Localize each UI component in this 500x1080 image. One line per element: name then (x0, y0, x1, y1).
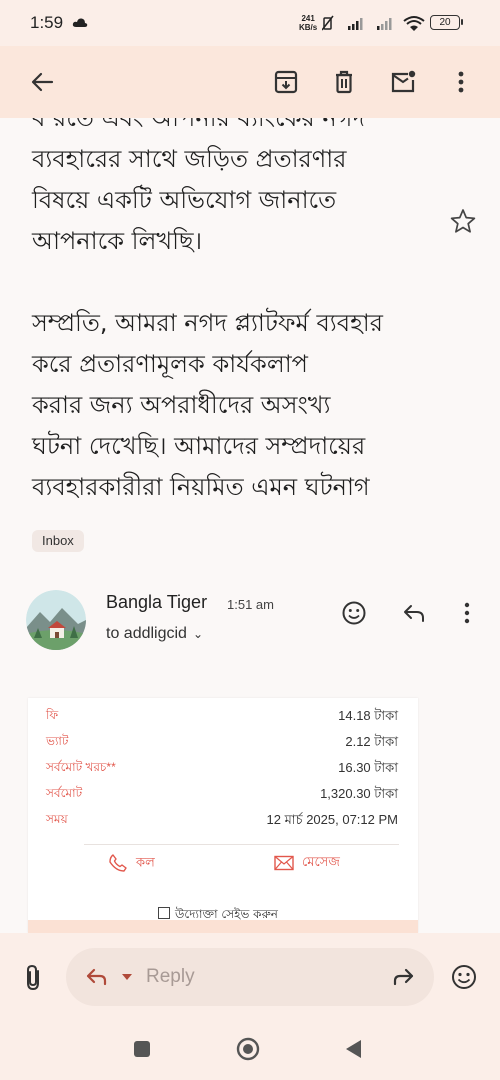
mark-unread-icon[interactable] (389, 68, 417, 96)
nav-recents-icon[interactable] (134, 1041, 150, 1057)
battery-tip (461, 19, 463, 25)
save-recipient-label: উদ্যোক্তা সেইভ করুন (175, 907, 278, 921)
message-more-icon[interactable] (454, 600, 480, 626)
receipt-divider (84, 844, 399, 845)
receipt-value: 14.18 টাকা (338, 708, 398, 723)
transaction-receipt: ফি 14.18 টাকা ভ্যাট 2.12 টাকা সর্বমোট খর… (28, 698, 418, 933)
receipt-value: 1,320.30 টাকা (320, 786, 398, 801)
receipt-label: সর্বমোট (46, 786, 83, 800)
battery-indicator: 20 (430, 15, 460, 30)
nav-back-icon[interactable] (344, 1039, 362, 1059)
wifi-icon (403, 16, 425, 31)
chevron-down-icon: ⌄ (192, 627, 204, 641)
phone-icon (109, 854, 127, 872)
sender-name[interactable]: Bangla Tiger (106, 592, 207, 613)
inbox-label-chip[interactable]: Inbox (32, 530, 84, 552)
archive-icon[interactable] (272, 68, 300, 96)
nav-home-icon[interactable] (236, 1037, 260, 1061)
recipient-details-toggle[interactable]: to addligcid ⌄ (106, 625, 203, 643)
receipt-label: সর্বমোট খরচ** (46, 760, 116, 774)
network-speed: 241 KB/s (299, 14, 317, 32)
signal-1-icon (348, 18, 363, 30)
message-body: ব রতে এবং আপনার ব্যাংকের নগদ ব্যবহারের স… (32, 118, 437, 549)
mail-icon (274, 855, 294, 870)
body-line: করে প্রতারণামূলক কার্যকলাপ (32, 350, 308, 378)
body-line: ব্যবহারের সাথে জড়িত প্রতারণার (32, 145, 347, 173)
top-toolbar (0, 46, 500, 118)
status-bar: 1:59 241 KB/s 20 (0, 0, 500, 46)
receipt-value: 2.12 টাকা (345, 734, 398, 749)
cloud-icon (72, 18, 88, 27)
call-button[interactable]: কল (108, 853, 155, 877)
message-label: মেসেজ (302, 855, 340, 870)
email-content: ব রতে এবং আপনার ব্যাংকের নগদ ব্যবহারের স… (0, 118, 500, 933)
receipt-label: ভ্যাট (46, 734, 69, 748)
network-speed-value: 241 (301, 14, 315, 23)
reply-options-caret-icon[interactable] (122, 974, 132, 980)
body-line: আপনাকে লিখছি। (32, 227, 203, 255)
receipt-label: ফি (46, 708, 59, 722)
signal-wifi-icons (322, 15, 425, 31)
star-icon[interactable] (450, 208, 476, 234)
emoji-icon[interactable] (450, 963, 478, 991)
sender-avatar[interactable] (26, 590, 86, 650)
back-arrow-icon[interactable] (28, 68, 56, 96)
signal-2-icon (377, 18, 392, 30)
more-vert-icon[interactable] (447, 68, 475, 96)
body-line: ব্যবহারকারীরা নিয়মিত এমন ঘটনাগ (32, 473, 370, 501)
bottom-area: Reply (0, 933, 500, 1080)
body-line: সম্প্রতি, আমরা নগদ প্ল্যাটফর্ম ব্যবহার (32, 309, 383, 337)
message-button[interactable]: মেসেজ (274, 853, 340, 877)
checkbox-box (158, 907, 170, 919)
reply-bar[interactable]: Reply (66, 948, 434, 1006)
receipt-label: সময় (46, 812, 68, 826)
receipt-value: 12 মার্চ 2025, 07:12 PM (266, 812, 398, 827)
receipt-value: 16.30 টাকা (338, 760, 398, 775)
vibrate-off-icon (322, 15, 334, 31)
reply-arrow-icon[interactable] (84, 966, 110, 988)
body-line: বিষয়ে একটি অভিযোগ জানাতে (32, 186, 337, 214)
reply-icon[interactable] (401, 600, 427, 626)
add-reaction-icon[interactable] (341, 600, 367, 626)
status-time: 1:59 (30, 13, 64, 32)
delete-icon[interactable] (330, 68, 358, 96)
attachment-icon[interactable] (20, 963, 48, 993)
body-line-partial: ব রতে এবং আপনার ব্যাংকের নগদ (32, 118, 365, 132)
call-label: কল (136, 855, 155, 871)
receipt-footer-band (28, 920, 418, 933)
forward-icon[interactable] (390, 966, 416, 988)
network-speed-unit: KB/s (299, 23, 318, 32)
reply-placeholder[interactable]: Reply (146, 966, 195, 988)
recipient-text: to addligcid (106, 625, 187, 642)
message-time: 1:51 am (227, 597, 274, 612)
body-line: করার জন্য অপরাধীদের অসংখ্য (32, 391, 331, 419)
body-line: ঘটনা দেখেছি। আমাদের সম্প্রদায়ের (32, 432, 366, 460)
